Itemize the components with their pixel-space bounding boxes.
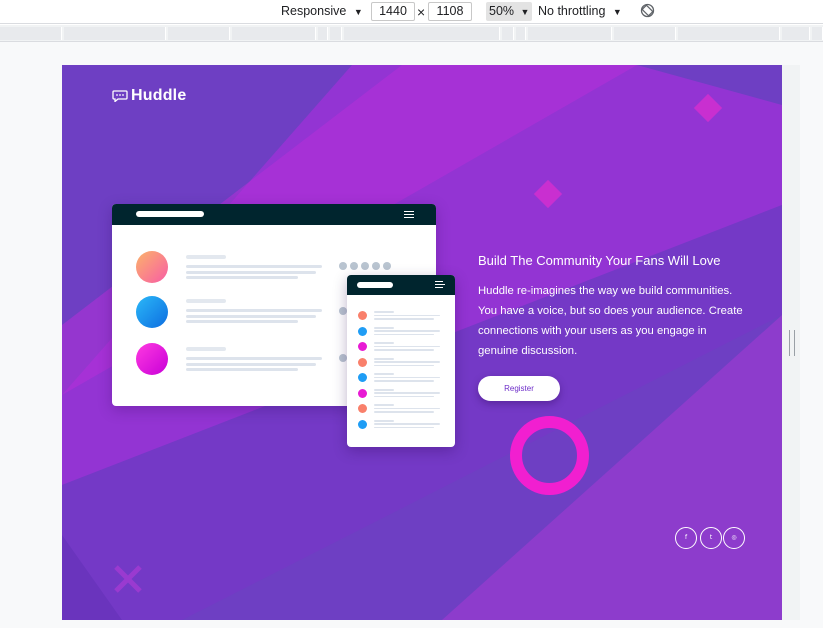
ruler-segment[interactable] (0, 27, 62, 40)
list-item-line (374, 361, 440, 363)
ruler-segment[interactable] (344, 27, 500, 40)
throttling-select[interactable]: No throttling ▼ (538, 0, 622, 22)
list-item-line (374, 364, 434, 366)
list-item-avatar (358, 388, 367, 398)
list-item-line (374, 330, 440, 332)
list-item-line (374, 349, 434, 351)
list-item-line (374, 318, 434, 320)
huddle-page: Huddle Build The Community Your Fans Wil… (62, 65, 782, 620)
ruler-segment[interactable] (614, 27, 676, 40)
list-item-line (374, 407, 440, 409)
list-item-line (374, 411, 434, 413)
menu-icon (435, 281, 445, 288)
ruler-segment[interactable] (516, 27, 526, 40)
mockup-titlebar (347, 275, 455, 295)
zoom-label: 50% (489, 4, 515, 18)
list-item-line (374, 345, 440, 347)
height-input[interactable]: 1108 (428, 2, 472, 21)
list-item-line (374, 333, 434, 335)
throttling-label: No throttling (538, 4, 606, 18)
list-item-avatar (358, 342, 367, 351)
list-item-avatar (358, 357, 367, 367)
ruler-segment[interactable] (64, 27, 166, 40)
ruler-segment[interactable] (678, 27, 780, 40)
rotate-icon[interactable] (640, 3, 655, 25)
logo-text: Huddle (131, 87, 187, 104)
list-item-line (374, 314, 440, 316)
list-item-line (374, 326, 394, 329)
list-item-line (374, 380, 434, 382)
huddle-logo[interactable]: Huddle (112, 87, 186, 105)
menu-icon (404, 211, 414, 218)
facebook-icon[interactable]: f (675, 527, 697, 549)
avatar (136, 296, 168, 328)
ruler-segment[interactable] (330, 27, 342, 40)
list-item-line (374, 404, 394, 406)
register-button[interactable]: Register (478, 376, 560, 401)
list-item-line (374, 376, 440, 378)
media-query-ruler[interactable] (0, 25, 823, 42)
resize-handle[interactable] (789, 330, 795, 356)
list-item-line (374, 373, 394, 375)
ruler-segment[interactable] (782, 27, 810, 40)
cross-decoration (112, 563, 144, 595)
hero-headline: Build The Community Your Fans Will Love (478, 253, 721, 268)
list-item-line (374, 392, 440, 394)
devtools-toolbar: Responsive ▼ 1440 × 1108 50% ▼ No thrott… (0, 0, 823, 24)
list-item-avatar (358, 373, 367, 382)
hero-description: Huddle re-imagines the way we build comm… (478, 285, 743, 357)
avatar (136, 343, 168, 375)
instagram-icon[interactable]: ◎ (723, 527, 745, 549)
ruler-segment[interactable] (232, 27, 316, 40)
ruler-segment[interactable] (168, 27, 230, 40)
ruler-segment[interactable] (528, 27, 612, 40)
chevron-down-icon: ▼ (612, 7, 622, 17)
dimension-separator: × (417, 4, 426, 20)
twitter-icon[interactable]: t (700, 527, 722, 549)
list-item-avatar (358, 326, 367, 336)
list-item-line (374, 388, 394, 391)
zoom-select[interactable]: 50% ▼ (486, 2, 533, 21)
chat-bubble-icon (112, 90, 128, 102)
chevron-down-icon: ▼ (520, 7, 530, 17)
ruler-segment[interactable] (318, 27, 328, 40)
list-item-line (374, 426, 434, 428)
avatar (136, 251, 168, 283)
list-item-avatar (358, 419, 367, 429)
list-item-line (374, 419, 394, 422)
list-item-avatar (358, 404, 367, 413)
device-select[interactable]: Responsive ▼ (281, 0, 363, 22)
list-item-line (374, 311, 394, 313)
list-item-avatar (358, 311, 367, 320)
list-item-line (374, 395, 434, 397)
chevron-down-icon: ▼ (353, 7, 363, 17)
width-input[interactable]: 1440 (371, 2, 415, 21)
ruler-segment[interactable] (812, 27, 823, 40)
ruler-segment[interactable] (502, 27, 514, 40)
list-item-line (374, 342, 394, 344)
list-item-line (374, 357, 394, 360)
device-label: Responsive (281, 4, 347, 18)
list-item-line (374, 423, 440, 425)
mockup-titlebar (112, 204, 436, 225)
mobile-mockup-window (347, 275, 455, 447)
ring-decoration (510, 416, 589, 495)
